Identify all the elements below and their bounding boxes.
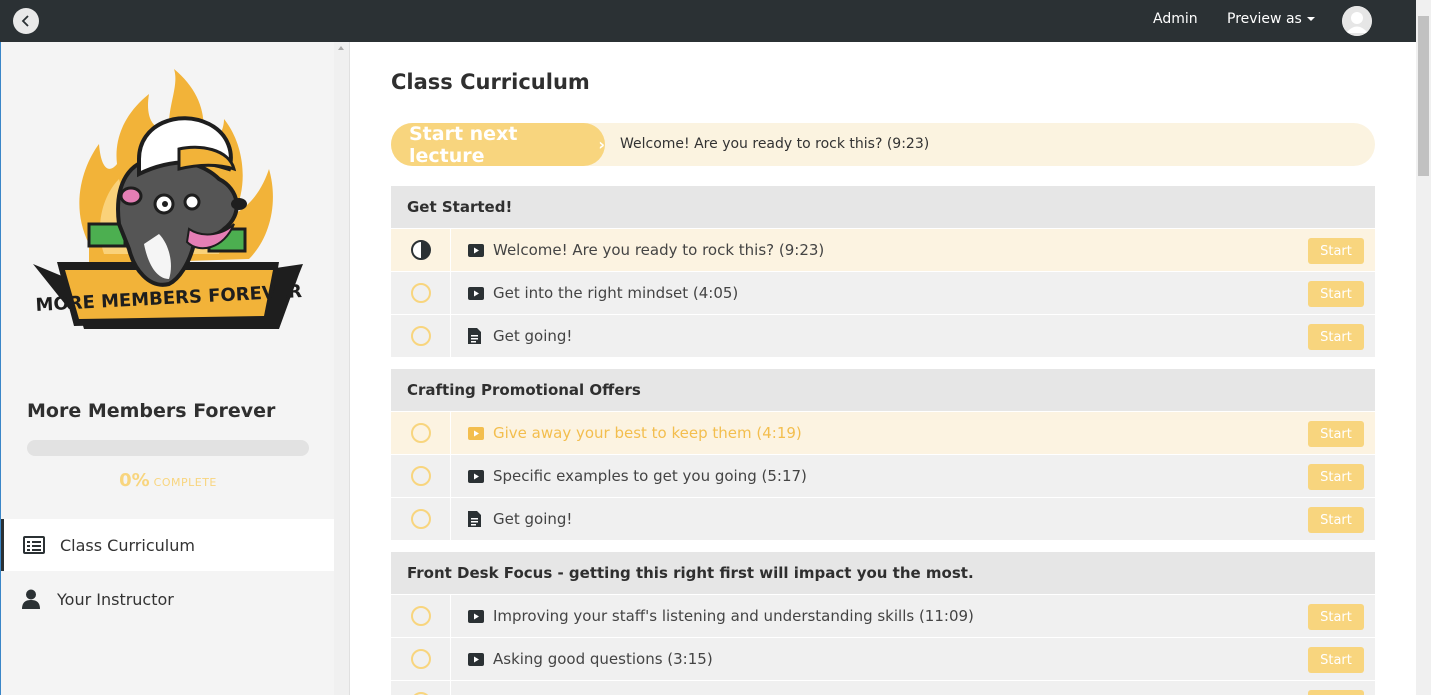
course-title: More Members Forever xyxy=(27,400,276,422)
user-avatar[interactable] xyxy=(1342,6,1372,36)
lecture-row[interactable]: Welcome! Are you ready to rock this? (9:… xyxy=(391,228,1375,271)
video-icon xyxy=(468,609,486,623)
sidebar-item-class-curriculum[interactable]: Class Curriculum xyxy=(1,519,334,571)
not-started-icon xyxy=(410,466,431,486)
progress-text: 0% COMPLETE xyxy=(1,470,335,491)
section-front-desk-focus: Front Desk Focus - getting this right fi… xyxy=(391,552,1375,695)
top-navbar: Admin Preview as xyxy=(0,0,1416,42)
lecture-row[interactable]: Give away your best to keep them (4:19) … xyxy=(391,411,1375,454)
video-icon xyxy=(468,426,486,440)
page-title: Class Curriculum xyxy=(391,70,590,94)
start-button[interactable]: Start xyxy=(1308,507,1364,533)
not-started-icon xyxy=(410,326,431,346)
half-complete-icon xyxy=(410,240,431,260)
lecture-status xyxy=(391,272,451,314)
lecture-title: Give away your best to keep them (4:19) xyxy=(493,424,802,442)
admin-link[interactable]: Admin xyxy=(1153,11,1198,27)
lecture-row[interactable]: Asking good questions (3:15) Start xyxy=(391,637,1375,680)
next-lecture-bar: Start next lecture › Welcome! Are you rea… xyxy=(391,122,1375,167)
lecture-title: Asking good questions (3:15) xyxy=(493,650,713,668)
lecture-status xyxy=(391,498,451,540)
progress-label: COMPLETE xyxy=(153,476,217,489)
chevron-left-icon xyxy=(21,15,29,27)
main-content: Class Curriculum Start next lecture › Wel… xyxy=(351,42,1416,695)
section-crafting-promotional-offers: Crafting Promotional Offers Give away yo… xyxy=(391,369,1375,540)
lecture-row[interactable]: Start xyxy=(391,680,1375,695)
lecture-row[interactable]: Specific examples to get you going (5:17… xyxy=(391,454,1375,497)
preview-as-label: Preview as xyxy=(1227,11,1302,27)
not-started-icon xyxy=(410,509,431,529)
lecture-row[interactable]: Get going! Start xyxy=(391,497,1375,540)
start-button[interactable]: Start xyxy=(1308,604,1364,630)
lecture-row[interactable]: Get going! Start xyxy=(391,314,1375,357)
next-lecture-title: Welcome! Are you ready to rock this? (9:… xyxy=(620,136,930,152)
user-icon xyxy=(19,587,43,611)
page-scrollbar[interactable] xyxy=(1416,0,1431,695)
not-started-icon xyxy=(410,649,431,669)
lecture-status xyxy=(391,315,451,357)
lecture-title: Specific examples to get you going (5:17… xyxy=(493,467,807,485)
video-icon xyxy=(468,469,486,483)
progress-percent: 0% xyxy=(119,470,150,491)
section-title: Front Desk Focus - getting this right fi… xyxy=(391,552,1375,594)
sidebar-item-label: Your Instructor xyxy=(57,589,174,609)
avatar-user-icon xyxy=(1342,6,1372,36)
start-button[interactable]: Start xyxy=(1308,324,1364,350)
start-button[interactable]: Start xyxy=(1308,464,1364,490)
not-started-icon xyxy=(410,423,431,443)
lecture-title: Improving your staff's listening and und… xyxy=(493,607,974,625)
start-next-lecture-button[interactable]: Start next lecture › xyxy=(391,122,605,167)
section-title: Get Started! xyxy=(391,186,1375,228)
list-icon xyxy=(22,533,46,557)
lecture-status xyxy=(391,412,451,454)
start-button[interactable]: Start xyxy=(1308,421,1364,447)
start-button[interactable]: Start xyxy=(1308,281,1364,307)
section-title: Crafting Promotional Offers xyxy=(391,369,1375,411)
lecture-status xyxy=(391,455,451,497)
document-icon xyxy=(468,511,486,527)
lecture-title: Get going! xyxy=(493,327,573,345)
course-logo: MORE MEMBERS FOREVER xyxy=(29,64,305,340)
document-icon xyxy=(468,328,486,344)
video-icon xyxy=(468,243,486,257)
video-icon xyxy=(468,286,486,300)
not-started-icon xyxy=(410,283,431,303)
scrollbar-thumb[interactable] xyxy=(1418,16,1429,176)
lecture-title: Get into the right mindset (4:05) xyxy=(493,284,739,302)
caret-down-icon xyxy=(1306,17,1315,21)
lecture-row[interactable]: Get into the right mindset (4:05) Start xyxy=(391,271,1375,314)
start-button[interactable]: Start xyxy=(1308,690,1364,695)
sidebar-item-label: Class Curriculum xyxy=(60,535,195,555)
lecture-row[interactable]: Improving your staff's listening and und… xyxy=(391,594,1375,637)
lecture-status xyxy=(391,595,451,637)
preview-as-dropdown[interactable]: Preview as xyxy=(1227,11,1315,27)
progress-bar xyxy=(27,440,309,456)
lecture-status xyxy=(391,638,451,680)
back-button[interactable] xyxy=(13,8,39,34)
scroll-up-icon xyxy=(338,46,344,50)
lecture-status xyxy=(391,681,451,695)
video-icon xyxy=(468,652,486,666)
start-button[interactable]: Start xyxy=(1308,647,1364,673)
sidebar: MORE MEMBERS FOREVER More Members Foreve… xyxy=(0,42,334,695)
lecture-title: Get going! xyxy=(493,510,573,528)
start-button[interactable]: Start xyxy=(1308,238,1364,264)
lecture-status xyxy=(391,229,451,271)
chevron-right-icon: › xyxy=(598,135,605,154)
sidebar-scrollbar[interactable] xyxy=(334,42,350,695)
lecture-title: Welcome! Are you ready to rock this? (9:… xyxy=(493,241,825,259)
mascot-logo-icon: MORE MEMBERS FOREVER xyxy=(33,69,303,329)
start-next-lecture-label: Start next lecture xyxy=(409,122,518,167)
not-started-icon xyxy=(410,606,431,626)
section-get-started: Get Started! Welcome! Are you ready to r… xyxy=(391,186,1375,357)
sidebar-item-your-instructor[interactable]: Your Instructor xyxy=(1,573,334,625)
